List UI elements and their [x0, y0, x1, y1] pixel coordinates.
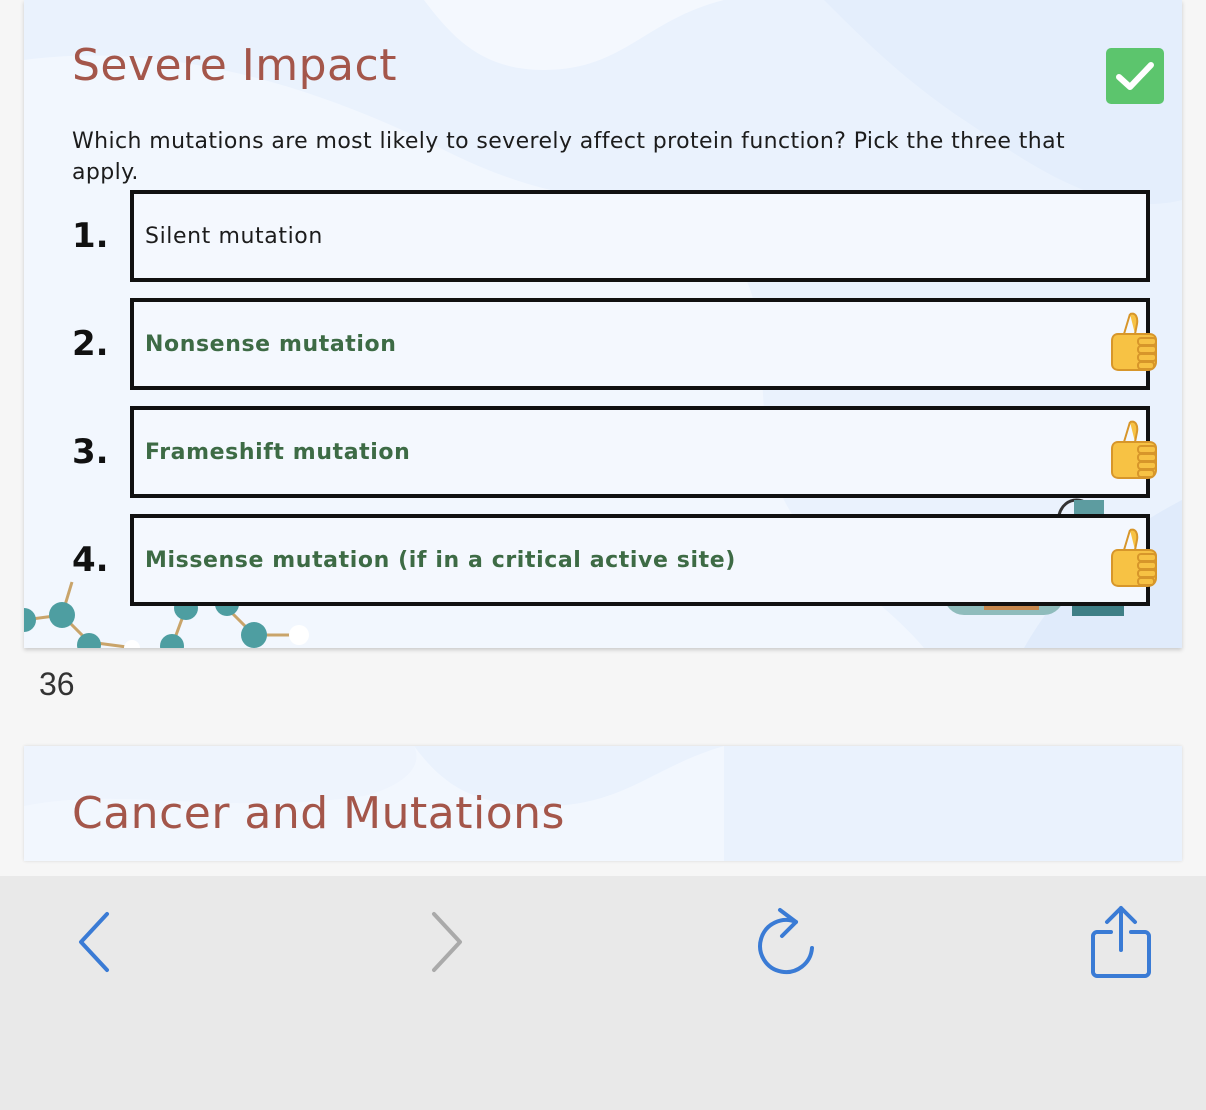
chevron-left-icon: [79, 912, 109, 972]
option-label: Silent mutation: [145, 223, 323, 249]
correct-badge: [1106, 48, 1164, 104]
option-label: Missense mutation (if in a critical acti…: [145, 547, 736, 573]
option-number: 3.: [72, 432, 109, 472]
slide-title: Severe Impact: [72, 40, 397, 91]
thumbs-up-icon: [1111, 312, 1157, 371]
option-number: 4.: [72, 540, 109, 580]
page-number: 36: [39, 666, 75, 702]
next-slide: Cancer and Mutations: [24, 746, 1182, 861]
back-button[interactable]: [55, 902, 135, 982]
checkmark-icon: [1116, 62, 1154, 90]
option-1[interactable]: Silent mutation: [130, 190, 1150, 282]
chevron-right-icon: [432, 912, 462, 972]
quiz-slide: Severe Impact Which mutations are most l…: [24, 0, 1182, 648]
browser-toolbar: [0, 876, 1206, 1110]
option-label: Nonsense mutation: [145, 331, 397, 357]
option-number: 2.: [72, 324, 109, 364]
share-button[interactable]: [1081, 902, 1161, 982]
option-3[interactable]: Frameshift mutation: [130, 406, 1157, 498]
option-number: 1.: [72, 216, 109, 256]
option-label: Frameshift mutation: [145, 439, 411, 465]
thumbs-up-icon: [1111, 528, 1157, 587]
next-slide-title: Cancer and Mutations: [72, 788, 565, 839]
thumbs-up-icon: [1111, 420, 1157, 479]
reload-button[interactable]: [746, 902, 826, 982]
option-4[interactable]: Missense mutation (if in a critical acti…: [130, 514, 1157, 606]
forward-button[interactable]: [406, 902, 486, 982]
question-text: Which mutations are most likely to sever…: [72, 129, 1066, 185]
reload-icon: [758, 908, 814, 975]
option-2[interactable]: Nonsense mutation: [130, 298, 1157, 390]
share-icon: [1091, 906, 1151, 978]
